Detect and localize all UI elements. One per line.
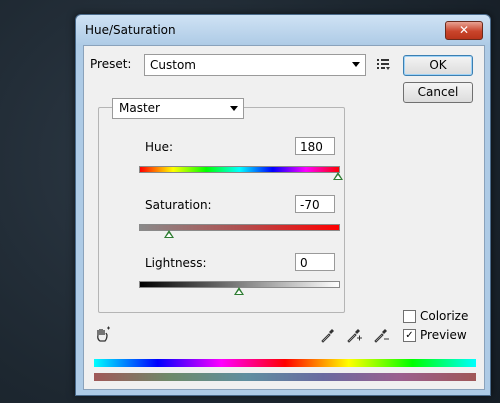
preset-value: Custom [150, 58, 196, 72]
saturation-input[interactable]: -70 [295, 195, 335, 213]
hand-adjust-icon[interactable] [94, 326, 112, 344]
chevron-down-icon [352, 62, 360, 67]
ok-button[interactable]: OK [403, 55, 473, 76]
eyedropper-minus-icon[interactable] [373, 327, 389, 343]
input-color-spectrum [94, 359, 476, 367]
saturation-label: Saturation: [145, 198, 212, 212]
title-bar[interactable]: Hue/Saturation ✕ [76, 15, 490, 45]
output-color-spectrum [94, 373, 476, 381]
chevron-down-icon [230, 106, 238, 111]
lightness-input[interactable]: 0 [295, 253, 335, 271]
preset-menu-icon[interactable] [377, 58, 391, 70]
channel-dropdown[interactable]: Master [112, 98, 244, 119]
preset-label: Preset: [90, 57, 132, 71]
channel-value: Master [119, 101, 160, 115]
hue-slider-thumb[interactable] [333, 172, 343, 180]
checkmark-icon: ✓ [405, 330, 414, 341]
preview-checkbox[interactable]: ✓ [403, 329, 416, 342]
saturation-slider-thumb[interactable] [163, 230, 174, 238]
preview-label: Preview [420, 328, 467, 342]
hue-label: Hue: [145, 140, 174, 154]
dialog-title: Hue/Saturation [85, 23, 176, 37]
close-button[interactable]: ✕ [445, 21, 483, 40]
colorize-checkbox[interactable] [403, 310, 416, 323]
cancel-button[interactable]: Cancel [403, 82, 473, 103]
colorize-label: Colorize [420, 309, 469, 323]
hue-saturation-dialog: Hue/Saturation ✕ Preset: Custom OK Cance… [75, 14, 491, 396]
preset-dropdown[interactable]: Custom [144, 54, 366, 76]
close-icon: ✕ [458, 23, 470, 37]
eyedropper-plus-icon[interactable] [346, 327, 362, 343]
lightness-slider-thumb[interactable] [233, 287, 244, 295]
hue-input[interactable]: 180 [295, 137, 335, 155]
eyedropper-icon[interactable] [320, 327, 336, 343]
hue-slider-track[interactable] [139, 166, 340, 173]
lightness-label: Lightness: [145, 256, 207, 270]
dialog-body: Preset: Custom OK Cancel Master Hue: 180… [83, 45, 485, 390]
